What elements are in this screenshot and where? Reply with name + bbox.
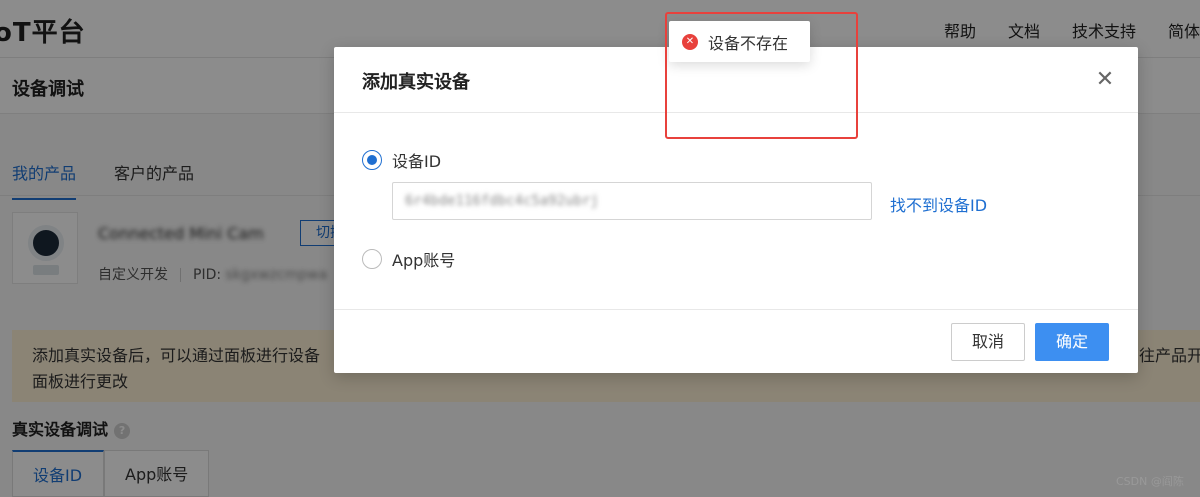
device-id-input[interactable]: 6r4bde116fdbc4c5a92ubrj [392, 182, 872, 220]
watermark: CSDN @阎陈 [1116, 475, 1184, 488]
device-id-value: 6r4bde116fdbc4c5a92ubrj [405, 193, 599, 209]
find-device-id-link[interactable]: 找不到设备ID [890, 192, 987, 216]
dialog-footer: 取消 确定 [334, 309, 1138, 373]
option-device-id[interactable]: 设备ID [362, 148, 441, 172]
option-app-account[interactable]: App账号 [362, 247, 455, 271]
radio-device-id[interactable] [362, 150, 382, 170]
close-icon[interactable]: ✕ [1094, 69, 1116, 91]
annotation-highlight-box [665, 12, 858, 139]
option-device-id-label: 设备ID [392, 152, 442, 171]
dialog-title: 添加真实设备 [362, 72, 470, 93]
option-app-account-label: App账号 [392, 251, 456, 270]
cancel-button[interactable]: 取消 [951, 323, 1025, 361]
radio-app-account[interactable] [362, 249, 382, 269]
confirm-button[interactable]: 确定 [1035, 323, 1109, 361]
